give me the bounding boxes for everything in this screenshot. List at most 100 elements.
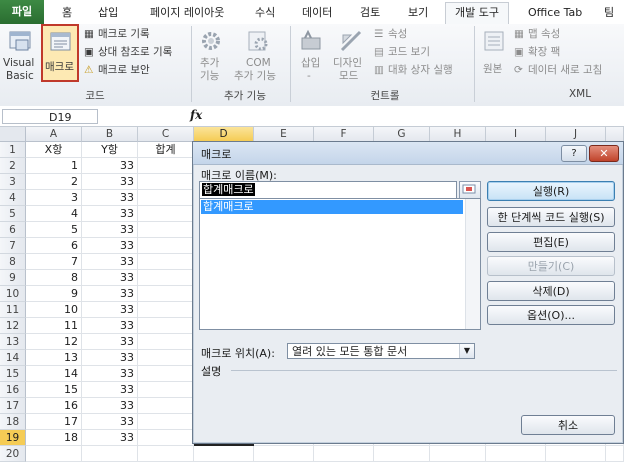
column-header-a[interactable]: A: [26, 127, 82, 142]
insert-function-button[interactable]: fx: [190, 108, 202, 122]
cell[interactable]: [138, 270, 194, 286]
cell[interactable]: 1: [26, 158, 82, 174]
delete-button[interactable]: 삭제(D): [487, 281, 615, 301]
macro-name-field[interactable]: 합계매크로: [199, 181, 457, 199]
xml-source-button[interactable]: 원본: [478, 26, 510, 86]
macro-list[interactable]: 합계매크로: [199, 198, 481, 330]
tab-office-tab[interactable]: Office Tab: [528, 3, 582, 23]
cell[interactable]: [138, 382, 194, 398]
cell[interactable]: [138, 206, 194, 222]
tab-team[interactable]: 팀: [604, 3, 614, 23]
cell[interactable]: 8: [26, 270, 82, 286]
create-button[interactable]: 만들기(C): [487, 256, 615, 276]
cell[interactable]: [254, 446, 314, 462]
row-header[interactable]: 1: [0, 142, 26, 158]
edit-button[interactable]: 편집(E): [487, 232, 615, 252]
row-header[interactable]: 5: [0, 206, 26, 222]
cell[interactable]: [138, 446, 194, 462]
tab-data[interactable]: 데이터: [302, 3, 332, 23]
row-header[interactable]: 15: [0, 366, 26, 382]
cell[interactable]: [138, 286, 194, 302]
column-header-b[interactable]: B: [82, 127, 138, 142]
cell[interactable]: [138, 222, 194, 238]
row-header[interactable]: 2: [0, 158, 26, 174]
tab-file[interactable]: 파일: [0, 0, 44, 24]
cell[interactable]: 33: [82, 350, 138, 366]
cell[interactable]: 33: [82, 302, 138, 318]
cell[interactable]: 33: [82, 238, 138, 254]
row-header[interactable]: 17: [0, 398, 26, 414]
cell[interactable]: 2: [26, 174, 82, 190]
visual-basic-button[interactable]: Visual Basic: [2, 26, 40, 86]
cell[interactable]: 33: [82, 286, 138, 302]
collapse-dialog-button[interactable]: [459, 181, 481, 199]
cell[interactable]: X항: [26, 142, 82, 158]
help-button[interactable]: ?: [561, 145, 587, 162]
cell[interactable]: [486, 446, 546, 462]
cell[interactable]: 33: [82, 158, 138, 174]
cell[interactable]: 10: [26, 302, 82, 318]
cell[interactable]: 9: [26, 286, 82, 302]
cell[interactable]: 3: [26, 190, 82, 206]
row-header[interactable]: 16: [0, 382, 26, 398]
row-header[interactable]: 11: [0, 302, 26, 318]
cell[interactable]: [26, 446, 82, 462]
cell[interactable]: [194, 446, 254, 462]
design-mode-button[interactable]: 디자인 모드: [332, 26, 370, 86]
tab-view[interactable]: 보기: [408, 3, 428, 23]
cell[interactable]: [138, 158, 194, 174]
cell[interactable]: 16: [26, 398, 82, 414]
row-header[interactable]: 14: [0, 350, 26, 366]
cell[interactable]: [138, 190, 194, 206]
dialog-title-bar[interactable]: 매크로 ? ✕: [193, 142, 623, 165]
macros-button[interactable]: 매크로: [41, 24, 79, 82]
row-header[interactable]: 3: [0, 174, 26, 190]
cell[interactable]: 합계: [138, 142, 194, 158]
column-header-f[interactable]: F: [314, 127, 374, 142]
column-header-k[interactable]: [606, 127, 624, 142]
cell[interactable]: 11: [26, 318, 82, 334]
options-button[interactable]: 옵션(O)...: [487, 305, 615, 325]
cell[interactable]: 13: [26, 350, 82, 366]
macro-location-select[interactable]: 열려 있는 모든 통합 문서 ▼: [287, 343, 475, 359]
tab-home[interactable]: 홈: [62, 3, 72, 23]
run-button[interactable]: 실행(R): [487, 181, 615, 201]
tab-page-layout[interactable]: 페이지 레이아웃: [150, 3, 224, 23]
cell[interactable]: 33: [82, 254, 138, 270]
chevron-down-icon[interactable]: ▼: [459, 344, 474, 358]
cell[interactable]: 33: [82, 270, 138, 286]
insert-control-button[interactable]: 삽입 -: [294, 26, 328, 86]
cell[interactable]: [138, 414, 194, 430]
tab-developer[interactable]: 개발 도구: [445, 2, 509, 24]
column-header-j[interactable]: J: [546, 127, 606, 142]
cell[interactable]: 4: [26, 206, 82, 222]
tab-formulas[interactable]: 수식: [255, 3, 275, 23]
cell[interactable]: 33: [82, 366, 138, 382]
cell[interactable]: 33: [82, 318, 138, 334]
row-header[interactable]: 4: [0, 190, 26, 206]
cell[interactable]: [430, 446, 486, 462]
column-header-d[interactable]: D: [194, 127, 254, 142]
formula-input[interactable]: [206, 108, 622, 124]
cell[interactable]: 33: [82, 174, 138, 190]
tab-review[interactable]: 검토: [360, 3, 380, 23]
cell[interactable]: 33: [82, 414, 138, 430]
cell[interactable]: [374, 446, 430, 462]
cell[interactable]: 17: [26, 414, 82, 430]
step-into-button[interactable]: 한 단계씩 코드 실행(S): [487, 207, 615, 227]
cell[interactable]: 33: [82, 398, 138, 414]
cell[interactable]: 33: [82, 206, 138, 222]
row-header[interactable]: 7: [0, 238, 26, 254]
macro-list-item[interactable]: 합계매크로: [201, 200, 463, 214]
cell[interactable]: 33: [82, 334, 138, 350]
row-header[interactable]: 12: [0, 318, 26, 334]
select-all-corner[interactable]: [0, 127, 26, 142]
cell[interactable]: [82, 446, 138, 462]
cell[interactable]: [138, 334, 194, 350]
cell[interactable]: [138, 174, 194, 190]
cell[interactable]: [138, 366, 194, 382]
column-header-c[interactable]: C: [138, 127, 194, 142]
tab-insert[interactable]: 삽입: [98, 3, 118, 23]
addins-button[interactable]: 추가 기능: [194, 26, 228, 86]
cell[interactable]: [138, 302, 194, 318]
